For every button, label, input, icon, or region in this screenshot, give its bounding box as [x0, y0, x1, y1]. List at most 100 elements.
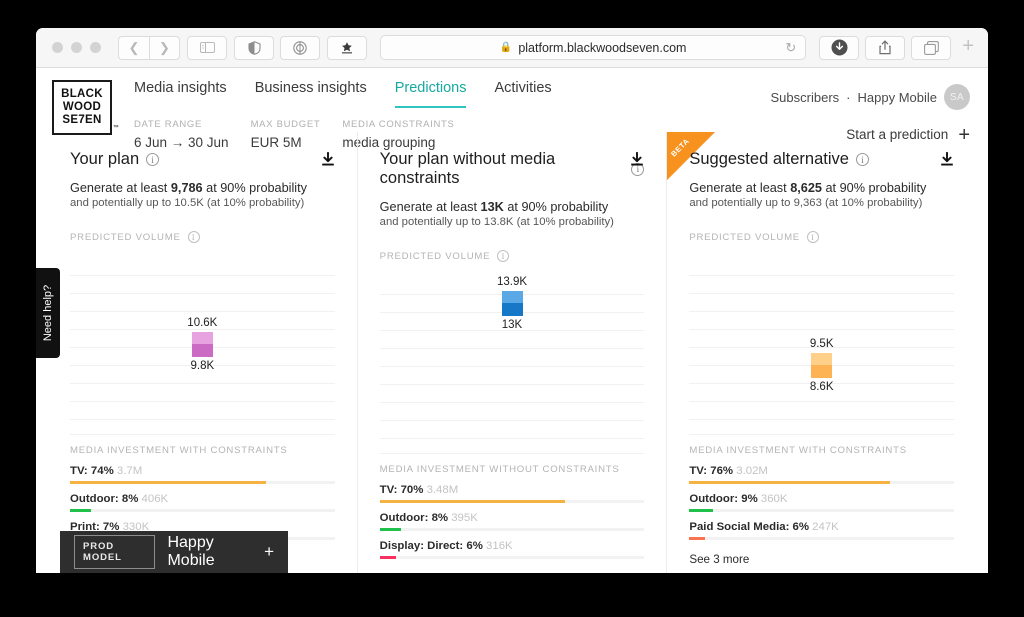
nav-buttons[interactable]: ❮ ❯	[118, 35, 180, 60]
summary-suffix: at 90% probability	[202, 181, 307, 195]
info-icon[interactable]: i	[187, 231, 200, 243]
meta-media-constraints-label: MEDIA CONSTRAINTS	[342, 119, 455, 130]
media-track	[689, 481, 955, 484]
bar[interactable]	[811, 353, 833, 378]
media-row[interactable]: Outdoor: 8% 395K	[379, 512, 645, 531]
share-icon[interactable]	[865, 35, 906, 60]
bar[interactable]	[191, 332, 213, 357]
summary-line-1: Generate at least 13K at 90% probability	[380, 200, 645, 214]
card-header: Suggested alternative i	[689, 150, 954, 169]
window-traffic-lights[interactable]	[52, 42, 101, 53]
media-row[interactable]: TV: 70% 3.48M	[379, 484, 645, 503]
back-arrow-icon[interactable]: ❮	[118, 35, 149, 60]
tab-overview-icon[interactable]	[911, 35, 952, 60]
summary-line-1: Generate at least 8,625 at 90% probabili…	[689, 181, 954, 195]
url-content: 🔒 platform.blackwoodseven.com	[500, 41, 687, 55]
summary-prefix: Generate at least	[70, 181, 171, 195]
reload-icon[interactable]: ↻	[785, 40, 796, 56]
prod-model-bar[interactable]: PROD MODEL Happy Mobile +	[60, 531, 288, 573]
media-section-label: MEDIA INVESTMENT WITH CONSTRAINTS	[689, 445, 907, 456]
media-row[interactable]: Display: Direct: 6% 316K	[379, 540, 645, 559]
chart-bar-group[interactable]: 13.9K 13K	[472, 276, 552, 331]
predicted-volume-chart: 10.6K 9.8K	[70, 255, 335, 435]
media-fill	[70, 481, 266, 484]
media-row-text: Outdoor: 9% 360K	[689, 493, 954, 505]
info-icon[interactable]: i	[497, 250, 510, 262]
media-pct: 9%	[741, 493, 758, 505]
media-row[interactable]: TV: 76% 3.02M	[689, 465, 955, 484]
info-icon[interactable]: i	[146, 153, 160, 166]
see-more-link[interactable]: See 3 more	[689, 553, 954, 566]
media-track	[70, 481, 335, 484]
media-amount: 395K	[451, 512, 478, 524]
media-name: Outdoor:	[70, 493, 119, 505]
media-row[interactable]: Outdoor: 9% 360K	[689, 493, 955, 512]
avatar[interactable]: SA	[944, 84, 970, 110]
summary-value: 13K	[480, 200, 504, 214]
forward-arrow-icon[interactable]: ❯	[149, 35, 180, 60]
media-row[interactable]: TV: 74% 3.7M	[70, 465, 335, 484]
summary-prefix: Generate at least	[379, 200, 481, 214]
prod-model-add-icon[interactable]: +	[264, 542, 274, 562]
bar-upper-segment	[501, 291, 523, 303]
app-header: BLACK WOOD SE7EN ™ Media insights Busine…	[36, 68, 988, 150]
summary-suffix: at 90% probability	[503, 200, 609, 214]
sidebar-toggle-icon[interactable]	[187, 35, 227, 60]
media-fill	[379, 500, 565, 503]
download-icon[interactable]	[940, 152, 954, 167]
card-summary: Generate at least 13K at 90% probability…	[380, 200, 645, 228]
summary-line-2: and potentially up to 13.8K (at 10% prob…	[379, 216, 614, 228]
app-logo[interactable]: BLACK WOOD SE7EN ™	[52, 80, 119, 135]
meta-date-range-label: DATE RANGE	[134, 119, 203, 130]
card-suggested-alternative: BETA Suggested alternative i Generate at…	[666, 132, 976, 573]
summary-line-1: Generate at least 9,786 at 90% probabili…	[70, 181, 335, 195]
media-row[interactable]: Outdoor: 8% 406K	[70, 493, 335, 512]
media-amount: 3.7M	[116, 465, 143, 477]
address-bar[interactable]: 🔒 platform.blackwoodseven.com ↻	[380, 35, 807, 60]
media-fill	[379, 528, 401, 531]
media-name: TV:	[689, 465, 708, 477]
bar-upper-label: 13.9K	[496, 276, 528, 288]
browser-window: ❮ ❯ 🔒 platform.blackwoodseven.com ↻ + BL…	[36, 28, 988, 573]
info-icon[interactable]: i	[806, 231, 819, 243]
privacy-shield-icon[interactable]	[234, 35, 274, 60]
media-row[interactable]: Paid Social Media: 6% 247K	[689, 521, 955, 540]
see-more-link[interactable]: See 4 more	[380, 572, 645, 573]
bar[interactable]	[501, 291, 523, 316]
download-icon[interactable]	[630, 152, 644, 167]
download-icon[interactable]	[321, 152, 335, 167]
account-row[interactable]: Subscribers · Happy Mobile SA	[771, 84, 970, 110]
summary-value: 9,786	[170, 181, 203, 195]
media-row-text: Outdoor: 8% 395K	[380, 512, 645, 524]
media-amount: 360K	[760, 493, 788, 505]
reader-mode-icon[interactable]	[280, 35, 320, 60]
summary-value: 8,625	[790, 181, 822, 195]
nav-item-activities[interactable]: Activities	[494, 80, 551, 108]
nav-item-predictions[interactable]: Predictions	[394, 80, 467, 108]
bookmarks-icon[interactable]	[327, 35, 367, 60]
card-title: Your plan	[70, 150, 140, 168]
media-section-label: MEDIA INVESTMENT WITH CONSTRAINTS	[70, 445, 288, 456]
summary-suffix: at 90% probability	[821, 181, 927, 195]
need-help-label: Need help?	[42, 284, 54, 342]
maximize-window-button[interactable]	[90, 42, 101, 53]
minimize-window-button[interactable]	[71, 42, 82, 53]
downloads-icon[interactable]	[819, 35, 860, 60]
info-icon[interactable]: i	[855, 153, 869, 166]
media-pct: 6%	[466, 540, 483, 552]
subscribers-label: Subscribers	[770, 89, 840, 105]
media-track	[689, 509, 955, 512]
media-amount: 406K	[141, 493, 169, 505]
nav-item-business-insights[interactable]: Business insights	[255, 80, 367, 108]
chart-label-text: PREDICTED VOLUME	[70, 231, 181, 243]
chart-label-text: PREDICTED VOLUME	[689, 231, 800, 243]
chart-bar-group[interactable]: 10.6K 9.8K	[162, 317, 242, 372]
close-window-button[interactable]	[52, 42, 63, 53]
need-help-tab[interactable]: Need help?	[36, 268, 60, 358]
nav-item-media-insights[interactable]: Media insights	[134, 80, 227, 108]
prediction-cards: Your plan i Generate at least 9,786 at 9…	[36, 132, 988, 573]
new-tab-button[interactable]: +	[958, 35, 978, 61]
media-name: Outdoor:	[379, 512, 429, 524]
chart-bar-group[interactable]: 9.5K 8.6K	[782, 338, 862, 393]
bar-lower-label: 9.8K	[190, 360, 215, 372]
